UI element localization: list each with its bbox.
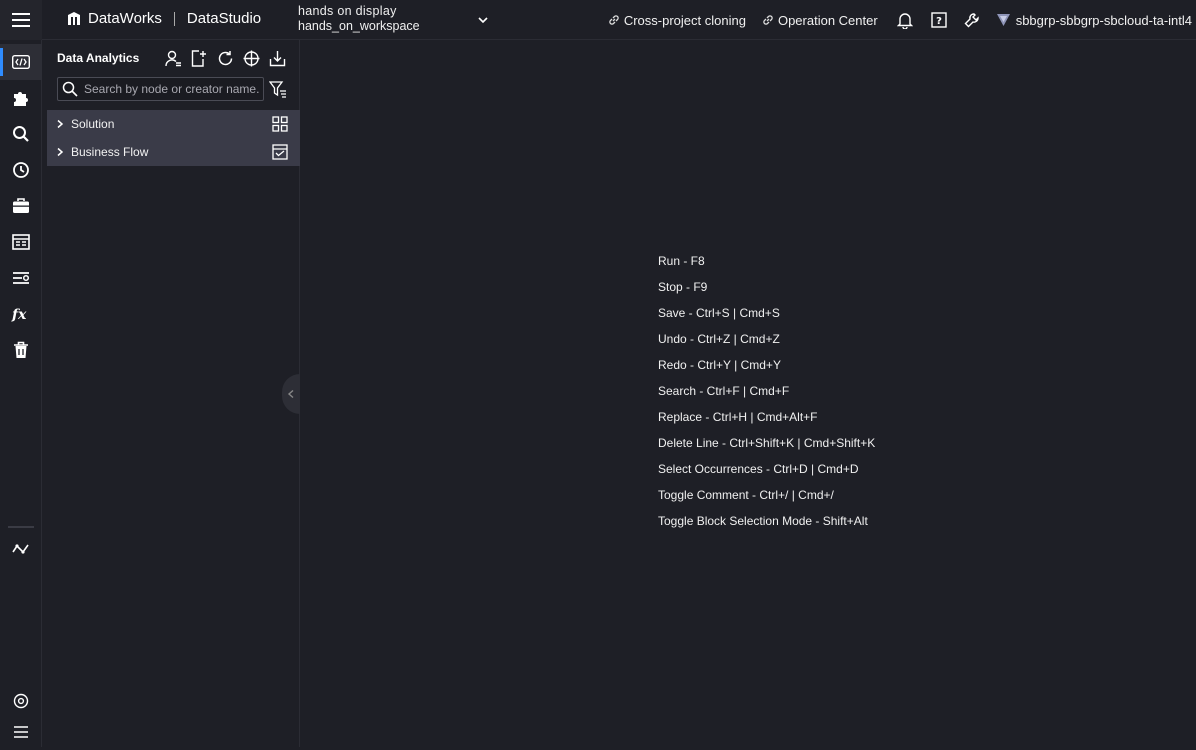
shortcut-toggle-block-selection: Toggle Block Selection Mode - Shift+Alt (658, 514, 868, 528)
workspace-selector[interactable]: hands on display hands_on_workspace (298, 4, 493, 36)
cross-project-cloning-label: Cross-project cloning (623, 12, 746, 28)
tree-item-business-flow[interactable]: Business Flow (47, 138, 300, 166)
rail-data-development[interactable] (0, 44, 42, 80)
account-name: sbbgrp-sbbgrp-sbcloud-ta-intl4 (1015, 12, 1192, 28)
rail-tables[interactable] (0, 224, 42, 260)
settings-icon (13, 693, 29, 709)
rail-divider (8, 526, 34, 528)
brand-name: DataWorks (88, 10, 162, 27)
account-badge-icon (996, 14, 1010, 26)
refresh-button[interactable] (216, 49, 234, 67)
shortcut-undo: Undo - Ctrl+Z | Cmd+Z (658, 332, 780, 346)
top-right-actions: Cross-project cloning Operation Center ?… (608, 0, 1192, 40)
puzzle-icon (14, 92, 28, 106)
rail-recycle-bin[interactable] (0, 332, 42, 368)
rail-resources[interactable] (0, 188, 42, 224)
tree-item-label: Business Flow (71, 145, 149, 159)
user-filter-icon (164, 50, 181, 66)
locate-icon (243, 50, 259, 66)
import-button[interactable] (268, 49, 286, 67)
flow-check-icon[interactable] (271, 143, 289, 161)
recycle-bin-icon (14, 341, 28, 358)
brand[interactable]: DataWorks DataStudio (66, 10, 261, 27)
rail-search[interactable] (0, 116, 42, 152)
shortcut-stop: Stop - F9 (658, 280, 708, 294)
search-input[interactable] (84, 82, 260, 96)
filter-button[interactable] (269, 80, 287, 98)
brand-divider (173, 11, 175, 26)
chevron-down-icon (477, 13, 489, 31)
editor-area: Run - F8 Stop - F9 Save - Ctrl+S | Cmd+S… (304, 40, 1196, 747)
shortcut-replace: Replace - Ctrl+H | Cmd+Alt+F (658, 410, 818, 424)
rail-configuration[interactable] (0, 260, 42, 296)
help-button[interactable]: ? (928, 9, 950, 31)
data-development-icon (12, 55, 30, 69)
shortcut-redo: Redo - Ctrl+Y | Cmd+Y (658, 358, 781, 372)
chevron-right-icon[interactable] (55, 119, 65, 129)
hamburger-icon (12, 13, 30, 27)
lineage-icon (12, 544, 29, 554)
shortcut-search: Search - Ctrl+F | Cmd+F (658, 384, 790, 398)
filter-icon (269, 80, 286, 98)
dataworks-logo-icon (66, 11, 82, 27)
history-icon (13, 162, 29, 178)
shortcut-toggle-comment: Toggle Comment - Ctrl+/ | Cmd+/ (658, 488, 834, 502)
activity-rail: fx (0, 40, 42, 747)
wrench-icon (964, 12, 979, 27)
shortcut-select-occurrences: Select Occurrences - Ctrl+D | Cmd+D (658, 462, 859, 476)
rail-lineage[interactable] (0, 531, 42, 567)
briefcase-icon (13, 198, 29, 213)
panel-title: Data Analytics (57, 51, 140, 65)
shortcut-save: Save - Ctrl+S | Cmd+S (658, 306, 780, 320)
tools-button[interactable] (962, 9, 984, 31)
chevron-left-icon (287, 389, 294, 399)
notifications-button[interactable] (894, 9, 916, 31)
svg-text:?: ? (936, 16, 942, 27)
grid-icon[interactable] (271, 115, 289, 133)
rail-history[interactable] (0, 152, 42, 188)
help-icon: ? (930, 12, 947, 28)
chevron-right-icon[interactable] (55, 147, 65, 157)
filter-by-owner-button[interactable] (164, 49, 182, 67)
rail-functions[interactable]: fx (0, 296, 42, 332)
rail-more-menu[interactable] (0, 714, 42, 750)
keyboard-shortcuts-list: Run - F8 Stop - F9 Save - Ctrl+S | Cmd+S… (658, 253, 875, 539)
tree-item-label: Solution (71, 117, 115, 131)
link-icon (763, 15, 773, 25)
shortcut-delete-line: Delete Line - Ctrl+Shift+K | Cmd+Shift+K (658, 436, 876, 450)
module-name: DataStudio (186, 10, 262, 27)
bell-icon (896, 12, 913, 29)
tree-item-solution[interactable]: Solution (47, 110, 300, 138)
function-icon: fx (11, 307, 27, 322)
operation-center-link[interactable]: Operation Center (762, 13, 878, 28)
import-icon (269, 50, 285, 66)
panel-actions (164, 49, 286, 67)
new-file-icon (191, 49, 206, 67)
workspace-id: hands_on_workspace (298, 19, 420, 33)
create-file-button[interactable] (190, 49, 208, 67)
panel-header: Data Analytics (57, 49, 300, 69)
search-field[interactable] (57, 77, 264, 101)
list-settings-icon (13, 272, 30, 284)
workspace-display-name: hands on display (298, 4, 397, 18)
search-icon (13, 126, 29, 142)
locate-button[interactable] (242, 49, 260, 67)
link-icon (609, 15, 619, 25)
cross-project-cloning-link[interactable]: Cross-project cloning (608, 13, 746, 28)
data-analytics-panel: Data Analytics Search by node or creator… (47, 40, 300, 747)
more-menu-icon (14, 726, 28, 738)
refresh-icon (218, 50, 232, 65)
directory-tree: Solution Business Flow (47, 110, 300, 166)
rail-components[interactable] (0, 80, 42, 116)
hamburger-menu-button[interactable] (0, 0, 42, 40)
operation-center-label: Operation Center (777, 12, 878, 28)
search-icon (62, 81, 78, 97)
shortcut-run: Run - F8 (658, 254, 705, 268)
account-menu[interactable]: sbbgrp-sbbgrp-sbcloud-ta-intl4 (996, 13, 1192, 28)
svg-text:fx: fx (11, 307, 27, 322)
top-bar: DataWorks DataStudio hands on display ha… (0, 0, 1196, 40)
table-icon (12, 234, 30, 250)
